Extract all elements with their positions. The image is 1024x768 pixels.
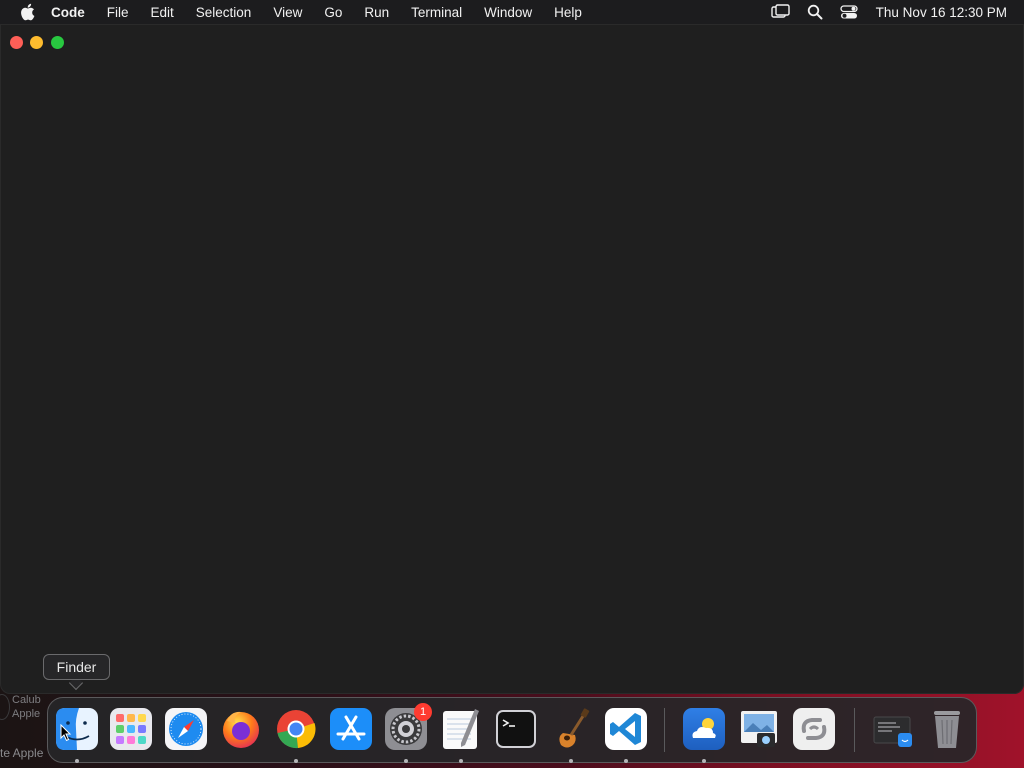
textedit-icon <box>443 709 479 749</box>
safari-icon <box>165 708 207 750</box>
app-store-icon <box>330 708 372 750</box>
dock-item-safari[interactable] <box>164 706 208 752</box>
window-minimize-button[interactable] <box>30 36 43 49</box>
desktop-bottom-text: te Apple <box>0 746 44 760</box>
chrome-icon <box>277 710 316 749</box>
menu-selection[interactable]: Selection <box>196 5 252 20</box>
menu-file[interactable]: File <box>107 5 129 20</box>
dock-item-preview[interactable] <box>737 706 781 752</box>
dock-item-app-store[interactable] <box>329 706 373 752</box>
dock-item-downloads[interactable] <box>870 706 914 752</box>
trash-icon <box>934 711 960 748</box>
menu-help[interactable]: Help <box>554 5 582 20</box>
dock-item-firefox[interactable] <box>219 706 263 752</box>
dock-item-launchpad[interactable] <box>109 706 153 752</box>
screen-mirroring-icon[interactable] <box>770 3 792 21</box>
launchpad-icon <box>110 708 152 750</box>
dock-item-textedit[interactable] <box>439 706 483 752</box>
garageband-icon <box>559 708 590 748</box>
dock-item-trash[interactable] <box>925 706 969 752</box>
weather-icon <box>683 708 725 750</box>
menu-clock[interactable]: Thu Nov 16 12:30 PM <box>876 5 1007 20</box>
control-center-icon[interactable] <box>838 3 860 21</box>
window-maximize-button[interactable] <box>51 36 64 49</box>
desktop-widget-line1: Calub <box>12 694 41 706</box>
dock-item-system-settings[interactable]: 1 <box>384 703 432 752</box>
running-indicator-chrome <box>294 759 298 763</box>
running-indicator-textedit <box>459 759 463 763</box>
desktop-widget[interactable]: Calub Apple <box>0 693 48 721</box>
dock: 1 <box>47 697 977 763</box>
terminal-icon <box>496 710 536 748</box>
menu-app-name[interactable]: Code <box>51 5 85 20</box>
running-indicator-garageband <box>569 759 573 763</box>
running-indicator-weather <box>702 759 706 763</box>
menu-edit[interactable]: Edit <box>151 5 174 20</box>
mouse-cursor-icon <box>60 724 72 742</box>
firefox-icon <box>223 711 259 748</box>
running-indicator-system-settings <box>404 759 408 763</box>
dock-separator <box>664 708 665 752</box>
dock-item-chrome[interactable] <box>274 706 318 752</box>
dock-item-vscode[interactable] <box>604 706 648 752</box>
dock-item-link[interactable] <box>792 706 836 752</box>
downloads-stack-icon <box>873 716 912 747</box>
window-close-button[interactable] <box>10 36 23 49</box>
link-app-icon <box>793 708 835 750</box>
menu-bar: Code File Edit Selection View Go Run Ter… <box>0 0 1024 24</box>
apple-logo-icon[interactable] <box>17 2 37 22</box>
code-window <box>0 24 1024 694</box>
notification-badge: 1 <box>414 703 432 721</box>
running-indicator-finder <box>75 759 79 763</box>
vscode-icon <box>605 708 647 750</box>
running-indicator-vscode <box>624 759 628 763</box>
dock-item-terminal[interactable] <box>494 706 538 752</box>
menu-go[interactable]: Go <box>324 5 342 20</box>
menu-window[interactable]: Window <box>484 5 532 20</box>
menu-view[interactable]: View <box>273 5 302 20</box>
desktop-widget-line2: Apple <box>12 708 41 720</box>
dock-item-garageband[interactable] <box>549 706 593 752</box>
menu-terminal[interactable]: Terminal <box>411 5 462 20</box>
dock-item-weather[interactable] <box>682 706 726 752</box>
preview-icon <box>741 711 777 747</box>
dock-tooltip: Finder <box>43 654 110 680</box>
menu-run[interactable]: Run <box>364 5 389 20</box>
spotlight-search-icon[interactable] <box>804 3 826 21</box>
dock-separator-2 <box>854 708 855 752</box>
